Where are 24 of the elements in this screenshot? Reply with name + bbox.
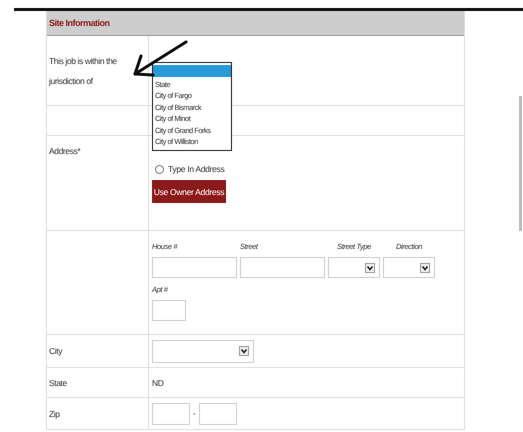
scrollbar[interactable] [519, 96, 522, 231]
field-label: Zip [49, 408, 60, 418]
field-label: City [49, 346, 62, 356]
field-value: ND [152, 378, 164, 388]
separator: - [193, 409, 196, 418]
caret-icon [365, 262, 375, 272]
field-label: State [49, 378, 67, 388]
section-title: Site Information [49, 18, 110, 28]
use-owner-address-button[interactable]: Use Owner Address [152, 180, 226, 203]
dropdown[interactable] [152, 340, 254, 362]
field-label: Address* [49, 146, 80, 156]
caret-icon [239, 346, 249, 356]
field-label: This job is within the jurisdiction of [49, 54, 118, 88]
input-field[interactable] [152, 257, 237, 278]
input-field[interactable] [152, 300, 186, 321]
input-field[interactable] [152, 402, 190, 424]
caret-icon [420, 262, 430, 272]
radio-button[interactable] [155, 164, 164, 174]
radio-label: Type In Address [168, 164, 224, 174]
input-field[interactable] [198, 402, 237, 424]
dropdown-option[interactable] [153, 65, 231, 76]
input-field[interactable] [240, 257, 325, 278]
dropdown[interactable] [328, 257, 380, 278]
dropdown[interactable] [383, 257, 435, 278]
